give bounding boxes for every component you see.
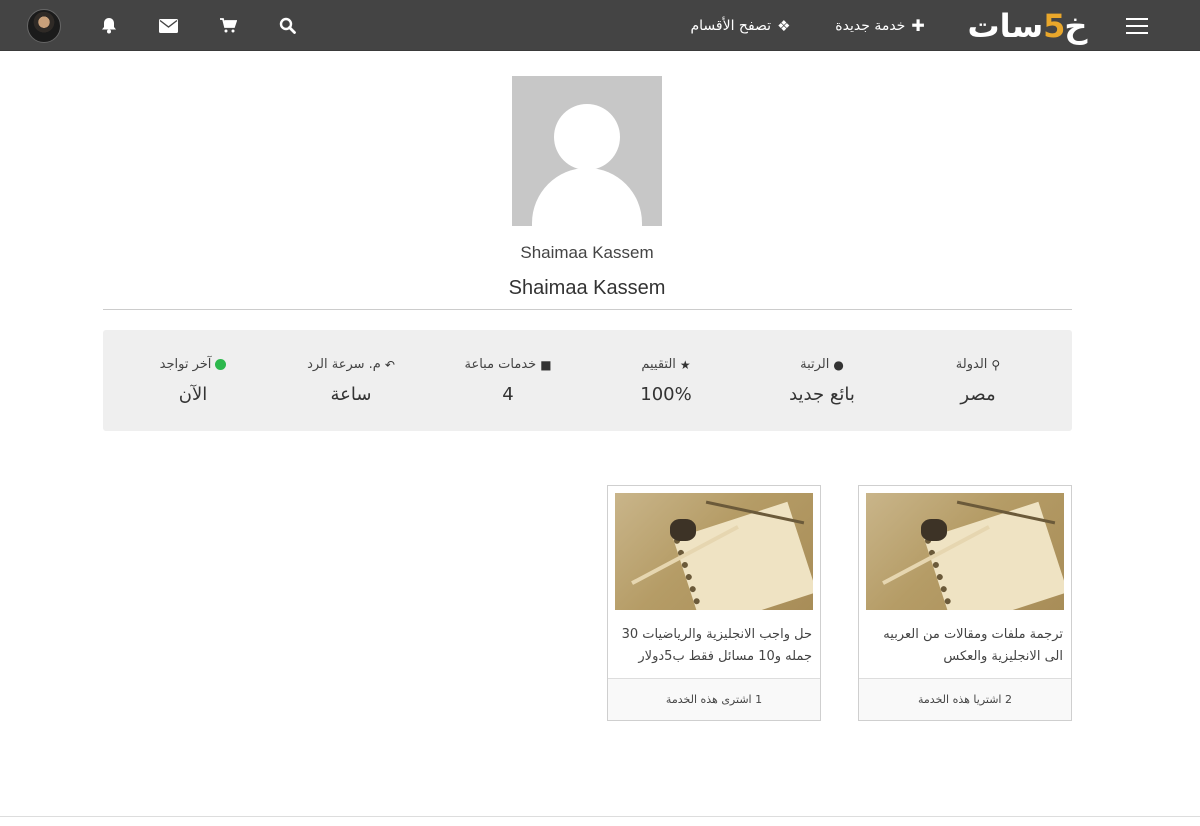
user-icon: ● [833, 357, 844, 372]
avatar [27, 8, 61, 43]
notifications-button[interactable] [94, 0, 124, 51]
divider [103, 309, 1072, 310]
profile-display-name: Shaimaa Kassem [508, 277, 666, 299]
hamburger-icon [1126, 17, 1148, 34]
stat-last-seen: آخر تواجد الآن [113, 330, 273, 431]
service-thumbnail[interactable] [615, 493, 813, 610]
logo-five: 5 [1043, 6, 1065, 45]
stat-rating: ★ التقييم 100% [586, 330, 746, 431]
map-marker-icon: ⚲ [991, 357, 1001, 372]
star-icon: ★ [679, 357, 691, 372]
stat-value: 4 [502, 384, 514, 405]
service-purchases: 1 اشترى هذه الخدمة [608, 678, 820, 720]
online-dot-icon [215, 359, 227, 370]
stat-value: الآن [178, 384, 208, 405]
service-card[interactable]: حل واجب الانجليزية والرياضيات 30 جمله و1… [607, 485, 821, 721]
stat-value: مصر [960, 384, 996, 405]
browse-categories-label: تصفح الأقسام [690, 17, 772, 34]
stat-label: الرتبة [800, 357, 830, 372]
service-title[interactable]: حل واجب الانجليزية والرياضيات 30 جمله و1… [618, 624, 812, 668]
service-purchases: 2 اشتريا هذه الخدمة [859, 678, 1071, 720]
top-navbar: خ 5 سات ✚ خدمة جديدة ❖ تصفح الأقسام [0, 0, 1200, 51]
stat-value: ساعة [330, 384, 372, 405]
bell-icon [102, 18, 116, 34]
profile-photo [512, 76, 662, 226]
seller-stats-panel: ⚲ الدولة مصر ● الرتبة بائع جديد ★ التقييم 1… [103, 330, 1072, 431]
cart-icon [219, 18, 237, 33]
plus-icon: ✚ [911, 16, 925, 35]
stat-label: الدولة [955, 357, 988, 372]
user-avatar-button[interactable] [26, 0, 62, 51]
truck-icon: ■ [540, 357, 552, 372]
profile-username: Shaimaa Kassem [520, 243, 654, 262]
service-thumbnail[interactable] [866, 493, 1064, 610]
service-title[interactable]: ترجمة ملفات ومقالات من العربيه الى الانج… [869, 624, 1063, 668]
categories-icon: ❖ [777, 16, 791, 35]
site-logo[interactable]: خ 5 سات [955, 0, 1100, 51]
browse-categories-link[interactable]: ❖ تصفح الأقسام [683, 0, 798, 51]
new-service-label: خدمة جديدة [835, 17, 906, 34]
hamburger-menu-button[interactable] [1122, 0, 1152, 51]
messages-button[interactable] [153, 0, 183, 51]
stat-label: خدمات مباعة [464, 357, 537, 372]
search-icon [279, 17, 296, 34]
search-button[interactable] [272, 0, 302, 51]
stat-country: ⚲ الدولة مصر [898, 330, 1058, 431]
stat-rank: ● الرتبة بائع جديد [742, 330, 902, 431]
stat-label: التقييم [641, 357, 676, 372]
stat-value: بائع جديد [789, 384, 855, 405]
mail-icon [158, 18, 178, 33]
stat-label: م. سرعة الرد [307, 357, 381, 372]
stat-response-time: ↶ م. سرعة الرد ساعة [271, 330, 431, 431]
new-service-link[interactable]: ✚ خدمة جديدة [830, 0, 930, 51]
cart-button[interactable] [213, 0, 243, 51]
reply-icon: ↶ [384, 357, 395, 372]
service-card[interactable]: ترجمة ملفات ومقالات من العربيه الى الانج… [858, 485, 1072, 721]
stat-value: 100% [640, 384, 692, 405]
stat-label: آخر تواجد [159, 357, 212, 372]
stat-services-sold: ■ خدمات مباعة 4 [428, 330, 588, 431]
footer-divider [0, 816, 1200, 817]
